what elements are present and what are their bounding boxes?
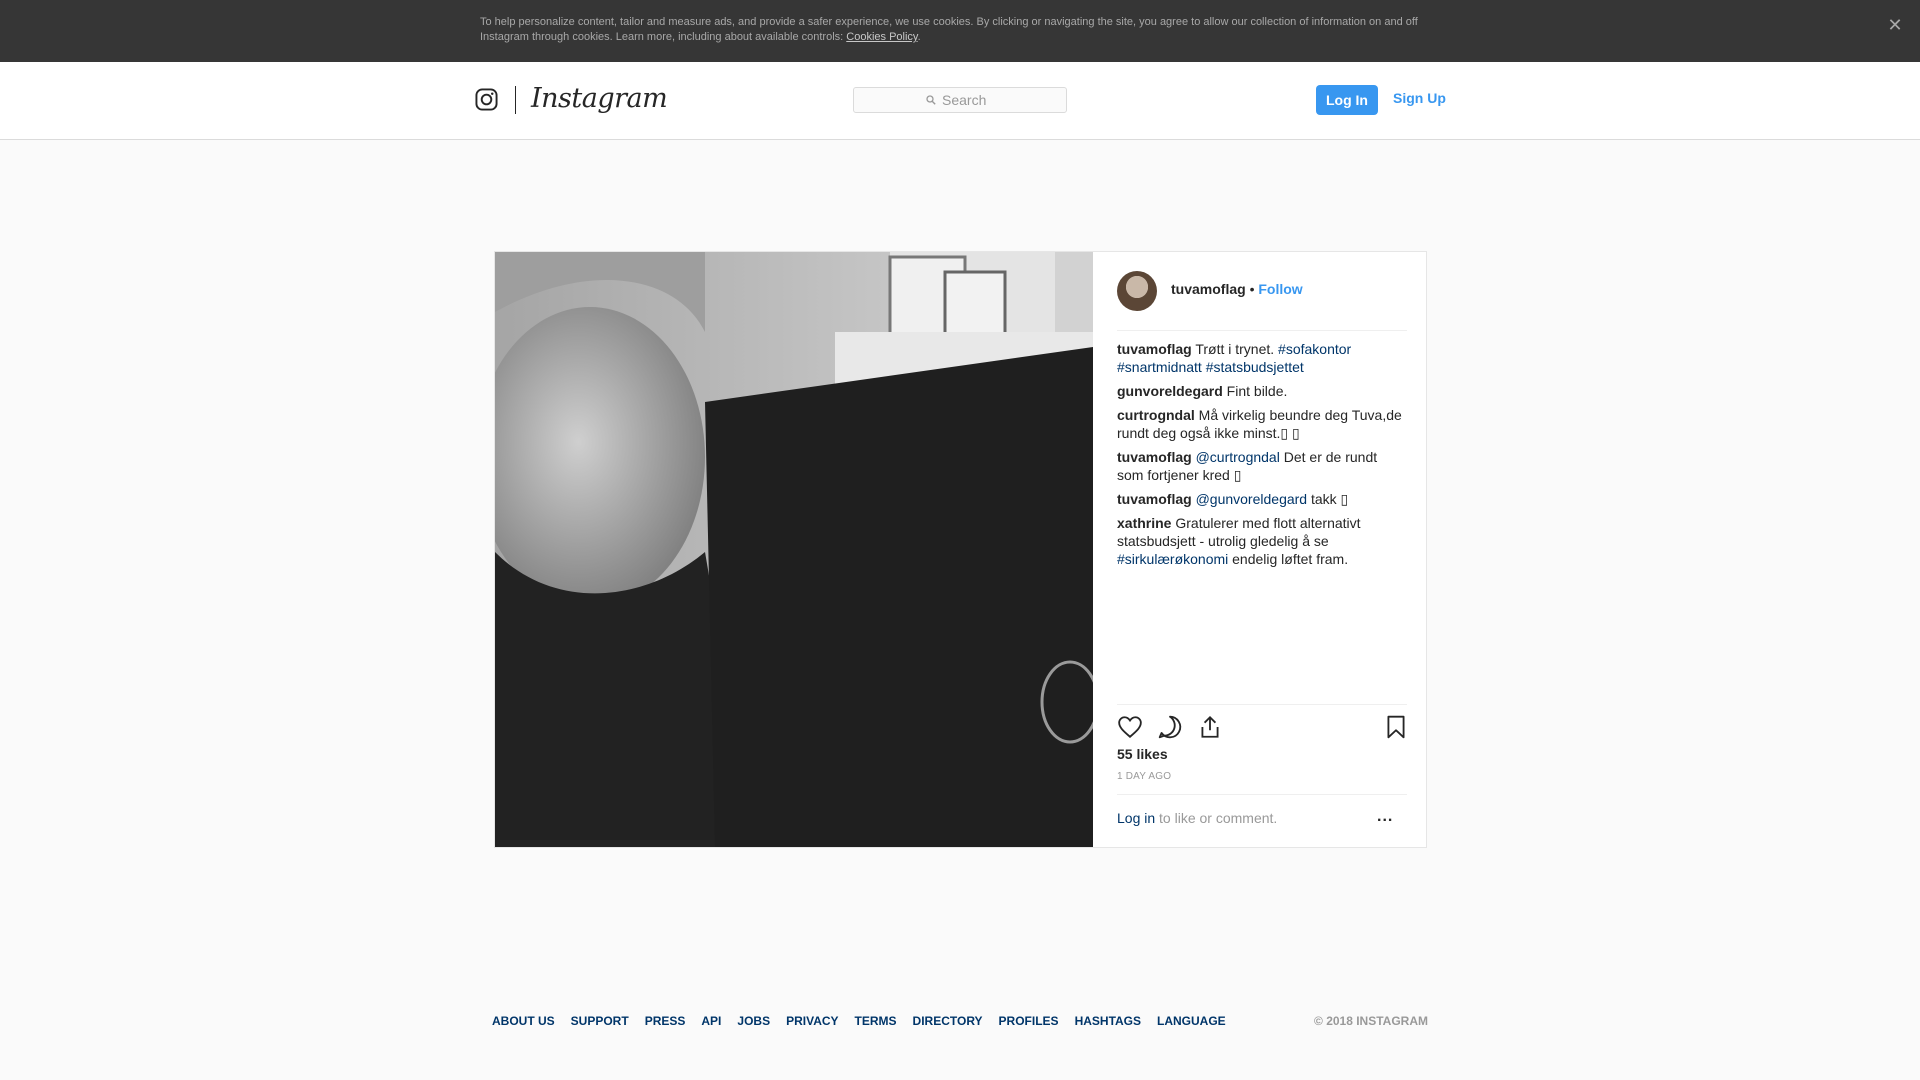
share-icon[interactable] xyxy=(1197,714,1223,740)
search-placeholder: Search xyxy=(942,92,987,108)
cookies-policy-link[interactable]: Cookies Policy xyxy=(846,31,917,43)
footer-link-support[interactable]: SUPPORT xyxy=(571,1014,629,1028)
hashtag-link[interactable]: #snartmidnatt xyxy=(1117,359,1202,375)
follow-button[interactable]: Follow xyxy=(1258,281,1302,297)
comment-username[interactable]: xathrine xyxy=(1117,515,1171,531)
comment-username[interactable]: tuvamoflag xyxy=(1117,491,1192,507)
comment-icon[interactable] xyxy=(1157,714,1183,740)
search-icon xyxy=(926,95,936,105)
footer-divider xyxy=(1117,794,1407,795)
post-author: tuvamoflag • Follow xyxy=(1171,281,1303,297)
post-card: tuvamoflag • Follow tuvamoflag Trøtt i t… xyxy=(494,251,1427,848)
hashtag-link[interactable]: #sofakontor xyxy=(1278,341,1351,357)
instagram-glyph-icon[interactable] xyxy=(475,88,498,111)
footer-link-terms[interactable]: TERMS xyxy=(855,1014,897,1028)
comment-item: gunvoreldegard Fint bilde. xyxy=(1117,382,1407,400)
comment-text: Fint bilde. xyxy=(1222,383,1288,399)
footer-link-jobs[interactable]: JOBS xyxy=(737,1014,770,1028)
page-footer: ABOUT US SUPPORT PRESS API JOBS PRIVACY TERMS D… xyxy=(492,1014,1428,1034)
footer-link-directory[interactable]: DIRECTORY xyxy=(913,1014,983,1028)
cookie-text: To help personalize content, tailor and … xyxy=(480,15,1430,45)
hashtag-link[interactable]: #statsbudsjettet xyxy=(1206,359,1304,375)
comment-text: Trøtt i trynet. xyxy=(1191,341,1279,357)
footer-link-press[interactable]: PRESS xyxy=(645,1014,686,1028)
instagram-wordmark[interactable]: Instagram xyxy=(531,83,668,114)
comment-text: takk ▯ xyxy=(1307,491,1349,507)
footer-link-privacy[interactable]: PRIVACY xyxy=(786,1014,838,1028)
comment-item: curtrogndal Må virkelig beundre deg Tuva… xyxy=(1117,406,1407,442)
comment-username[interactable]: tuvamoflag xyxy=(1117,449,1192,465)
footer-link-hashtags[interactable]: HASHTAGS xyxy=(1075,1014,1141,1028)
footer-link-language[interactable]: LANGUAGE xyxy=(1157,1014,1226,1028)
like-count[interactable]: 55 likes xyxy=(1117,746,1168,762)
header-divider xyxy=(1117,330,1407,331)
signup-link[interactable]: Sign Up xyxy=(1393,90,1446,106)
footer-link-about-us[interactable]: ABOUT US xyxy=(492,1014,555,1028)
comment-username[interactable]: gunvoreldegard xyxy=(1117,383,1223,399)
hashtag-link[interactable]: #sirkulærøkonomi xyxy=(1117,551,1228,567)
footer-link-api[interactable]: API xyxy=(701,1014,721,1028)
bookmark-icon[interactable] xyxy=(1383,714,1409,740)
comment-item: xathrine Gratulerer med flott alternativ… xyxy=(1117,514,1407,568)
close-icon[interactable]: ✕ xyxy=(1884,14,1906,36)
mention-link[interactable]: @curtrogndal xyxy=(1196,449,1280,465)
login-button[interactable]: Log In xyxy=(1316,85,1378,115)
post-photo[interactable] xyxy=(495,252,1093,847)
comment-username[interactable]: tuvamoflag xyxy=(1117,341,1192,357)
cookie-banner: To help personalize content, tailor and … xyxy=(0,0,1920,62)
login-link[interactable]: Log in xyxy=(1117,810,1155,826)
logo-divider xyxy=(515,86,516,114)
cookie-suffix: . xyxy=(917,31,921,43)
comment-list: tuvamoflag Trøtt i trynet. #sofakontor #… xyxy=(1117,340,1407,574)
top-nav: Instagram Search Log In Sign Up xyxy=(0,62,1920,140)
login-prompt: Log in to like or comment. xyxy=(1117,810,1277,826)
separator-dot: • xyxy=(1249,281,1255,297)
footer-link-profiles[interactable]: PROFILES xyxy=(999,1014,1059,1028)
more-options-button[interactable]: ... xyxy=(1377,808,1393,826)
author-username[interactable]: tuvamoflag xyxy=(1171,281,1246,297)
heart-icon[interactable] xyxy=(1117,714,1143,740)
mention-link[interactable]: @gunvoreldegard xyxy=(1196,491,1308,507)
post-sidebar: tuvamoflag • Follow tuvamoflag Trøtt i t… xyxy=(1093,252,1426,847)
comment-username[interactable]: curtrogndal xyxy=(1117,407,1195,423)
login-prompt-text: to like or comment. xyxy=(1155,810,1278,826)
post-photo-image xyxy=(495,252,1093,847)
comment-item: tuvamoflag @gunvoreldegard takk ▯ xyxy=(1117,490,1407,508)
footer-links: ABOUT US SUPPORT PRESS API JOBS PRIVACY TERMS D… xyxy=(492,1014,1226,1028)
comment-item: tuvamoflag @curtrogndal Det er de rundt … xyxy=(1117,448,1407,484)
comment-text: endelig løftet fram. xyxy=(1228,551,1349,567)
avatar[interactable] xyxy=(1117,271,1157,311)
cookie-message: To help personalize content, tailor and … xyxy=(480,16,1418,43)
timestamp: 1 DAY AGO xyxy=(1117,771,1172,782)
search-input[interactable]: Search xyxy=(853,87,1067,113)
comment-item: tuvamoflag Trøtt i trynet. #sofakontor #… xyxy=(1117,340,1407,376)
actions-divider xyxy=(1117,704,1407,705)
action-bar xyxy=(1117,714,1407,744)
copyright: © 2018 INSTAGRAM xyxy=(1314,1014,1428,1028)
